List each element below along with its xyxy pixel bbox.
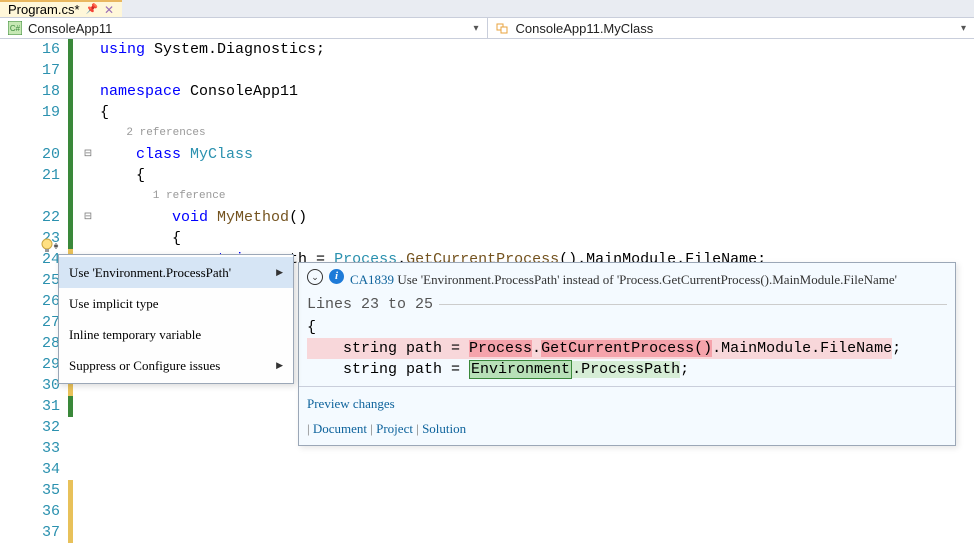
nav-left-text: ConsoleApp11 (28, 21, 112, 36)
fix-document-link[interactable]: Document (313, 421, 367, 436)
quick-action-item[interactable]: Suppress or Configure issues▶ (59, 350, 293, 381)
preview-diff: { string path = Process.GetCurrentProces… (299, 317, 955, 386)
svg-text:C#: C# (10, 24, 21, 33)
tab-bar: Program.cs* 📌 ✕ (0, 0, 974, 18)
nav-class-dropdown[interactable]: ConsoleApp11.MyClass ▾ (488, 21, 974, 36)
document-tab[interactable]: Program.cs* 📌 ✕ (0, 0, 122, 17)
fix-solution-link[interactable]: Solution (422, 421, 466, 436)
class-icon (496, 21, 510, 35)
expand-icon[interactable]: ⌄ (307, 269, 323, 285)
nav-right-text: ConsoleApp11.MyClass (516, 21, 654, 36)
quick-action-item[interactable]: Use implicit type (59, 288, 293, 319)
chevron-down-icon: ▾ (473, 23, 478, 34)
quick-action-item[interactable]: Use 'Environment.ProcessPath'▶ (59, 257, 293, 288)
preview-panel: ⌄ i CA1839 Use 'Environment.ProcessPath'… (298, 262, 956, 446)
info-icon: i (329, 269, 344, 284)
chevron-down-icon: ▾ (961, 23, 966, 34)
csharp-icon: C# (8, 21, 22, 35)
diagnostic-id-link[interactable]: CA1839 (350, 272, 394, 287)
preview-lines-header: Lines 23 to 25 (299, 292, 955, 317)
quick-action-item[interactable]: Inline temporary variable (59, 319, 293, 350)
fix-project-link[interactable]: Project (376, 421, 413, 436)
pin-icon[interactable]: 📌 (86, 4, 98, 15)
lightbulb-icon[interactable] (40, 238, 56, 254)
close-icon[interactable]: ✕ (104, 3, 114, 17)
preview-header: ⌄ i CA1839 Use 'Environment.ProcessPath'… (299, 263, 955, 292)
tab-title: Program.cs* (8, 2, 80, 17)
quick-actions-menu: Use 'Environment.ProcessPath'▶Use implic… (58, 254, 294, 384)
navigation-bar: C# ConsoleApp11 ▾ ConsoleApp11.MyClass ▾ (0, 18, 974, 39)
nav-project-dropdown[interactable]: C# ConsoleApp11 ▾ (0, 21, 487, 36)
preview-changes-link[interactable]: Preview changes (307, 393, 947, 414)
diagnostic-message: CA1839 Use 'Environment.ProcessPath' ins… (350, 269, 947, 290)
preview-footer: Preview changes | Document | Project | S… (299, 386, 955, 445)
code-editor[interactable]: 1617181920212223242526272829303132333435… (0, 39, 974, 543)
fix-all-row: | Document | Project | Solution (307, 418, 947, 439)
